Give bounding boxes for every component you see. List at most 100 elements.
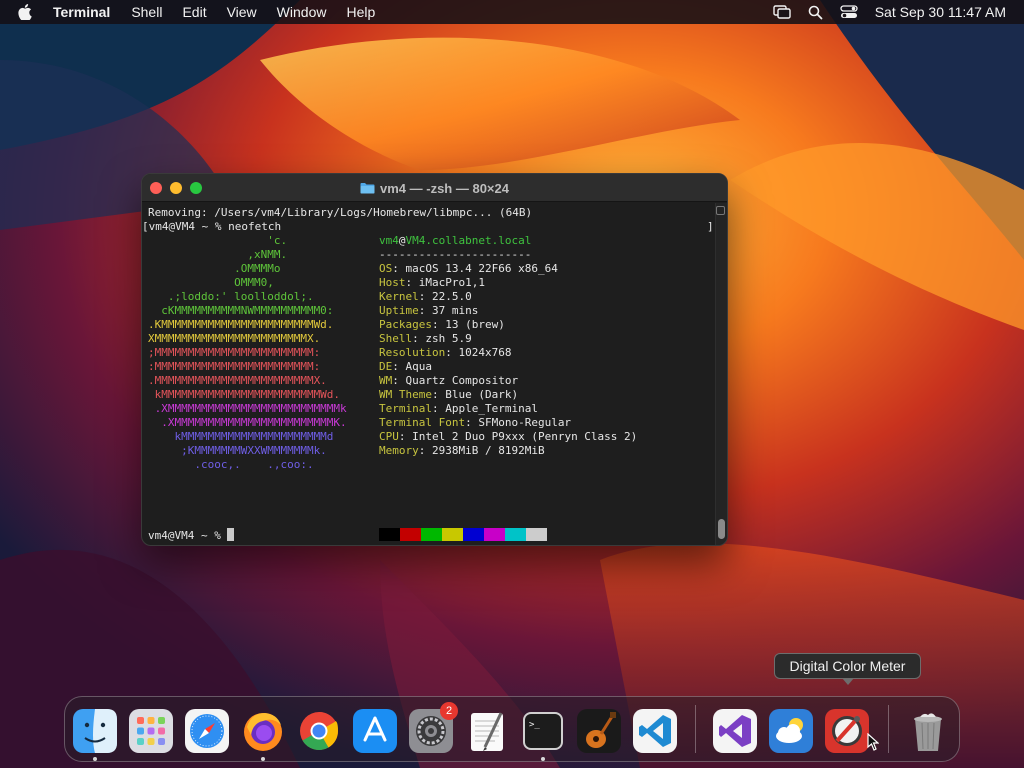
- neofetch-userhost: vm4@VM4.collabnet.local: [379, 234, 531, 248]
- logo-line: :MMMMMMMMMMMMMMMMMMMMMMMM:: [148, 360, 321, 373]
- info-colon: :: [412, 332, 426, 345]
- screen-mirroring-icon[interactable]: [773, 5, 791, 19]
- trash-icon[interactable]: [906, 709, 950, 753]
- control-center-icon[interactable]: [840, 5, 858, 19]
- finder-icon[interactable]: [73, 709, 117, 753]
- app-store-icon[interactable]: [353, 709, 397, 753]
- info-row: WM: Quartz Compositor: [379, 374, 518, 388]
- textedit-icon[interactable]: [465, 709, 509, 753]
- tooltip-tail: [842, 678, 854, 685]
- info-value: iMacPro1,1: [418, 276, 485, 289]
- info-value: 37 mins: [432, 304, 479, 317]
- logo-line: kMMMMMMMMMMMMMMMMMMMMMMMMWd.: [148, 388, 341, 401]
- menu-view[interactable]: View: [227, 0, 257, 24]
- info-colon: :: [392, 360, 406, 373]
- info-row: OS: macOS 13.4 22F66 x86_64: [379, 262, 558, 276]
- palette-swatch: [463, 528, 484, 541]
- dock-tooltip: Digital Color Meter: [774, 653, 921, 679]
- terminal-title-bar[interactable]: vm4 — -zsh — 80×24: [142, 174, 727, 202]
- launchpad-icon[interactable]: [129, 709, 173, 753]
- prompt-line-neofetch: [vm4@VM4 ~ % neofetch: [142, 220, 282, 233]
- info-value: Quartz Compositor: [405, 374, 519, 387]
- info-key: Terminal: [379, 402, 432, 415]
- info-key: Terminal Font: [379, 416, 466, 429]
- info-colon: :: [418, 290, 432, 303]
- text-cursor: [227, 528, 235, 541]
- info-colon: :: [465, 416, 479, 429]
- safari-icon[interactable]: [185, 709, 229, 753]
- dock-separator-trash: [888, 705, 889, 753]
- svg-text:>_: >_: [529, 720, 540, 730]
- palette-swatch: [379, 528, 400, 541]
- info-row: Terminal Font: SFMono-Regular: [379, 416, 571, 430]
- info-value: 1024x768: [458, 346, 512, 359]
- split-pane-icon[interactable]: [716, 206, 725, 215]
- info-row: CPU: Intel 2 Duo P9xxx (Penryn Class 2): [379, 430, 637, 444]
- info-key: Uptime: [379, 304, 419, 317]
- info-value: 2938MiB / 8192MiB: [432, 444, 545, 457]
- info-row: Resolution: 1024x768: [379, 346, 511, 360]
- info-value: zsh 5.9: [425, 332, 472, 345]
- weather-icon[interactable]: [769, 709, 813, 753]
- info-value: 22.5.0: [432, 290, 472, 303]
- logo-line: .MMMMMMMMMMMMMMMMMMMMMMMMX.: [148, 374, 327, 387]
- menu-window[interactable]: Window: [277, 0, 327, 24]
- info-row: Terminal: Apple_Terminal: [379, 402, 538, 416]
- info-colon: :: [418, 444, 432, 457]
- info-value: Apple_Terminal: [445, 402, 538, 415]
- menu-shell[interactable]: Shell: [131, 0, 162, 24]
- logo-line: .cooc,. .,coo:.: [148, 458, 314, 471]
- terminal-icon[interactable]: >_: [521, 709, 565, 753]
- logo-line: .XMMMMMMMMMMMMMMMMMMMMMMMMMMk: [148, 402, 347, 415]
- final-prompt-line[interactable]: vm4@VM4 ~ %: [148, 528, 235, 543]
- info-value: 13 (brew): [445, 318, 505, 331]
- terminal-output[interactable]: Removing: /Users/vm4/Library/Logs/Homebr…: [142, 203, 715, 545]
- info-row: Shell: zsh 5.9: [379, 332, 472, 346]
- info-colon: :: [445, 346, 459, 359]
- palette-row-1: [379, 528, 547, 541]
- spotlight-search-icon[interactable]: [808, 5, 823, 20]
- neofetch-separator: -----------------------: [379, 248, 532, 261]
- menu-help[interactable]: Help: [346, 0, 375, 24]
- logo-line: XMMMMMMMMMMMMMMMMMMMMMMMX.: [148, 332, 321, 345]
- apple-menu-icon[interactable]: [18, 4, 36, 20]
- garageband-icon[interactable]: [577, 709, 621, 753]
- chrome-icon[interactable]: [297, 709, 341, 753]
- info-key: OS: [379, 262, 393, 275]
- info-value: Blue (Dark): [445, 388, 519, 401]
- dock-separator: [695, 705, 696, 753]
- menu-edit[interactable]: Edit: [182, 0, 206, 24]
- terminal-window[interactable]: vm4 — -zsh — 80×24 Removing: /Users/vm4/…: [141, 173, 728, 546]
- info-key: DE: [379, 360, 393, 373]
- terminal-scrollbar[interactable]: [715, 203, 727, 545]
- digital-color-meter-icon[interactable]: [825, 709, 869, 753]
- folder-icon: [360, 182, 375, 194]
- palette-swatch: [526, 528, 547, 541]
- info-row: WM Theme: Blue (Dark): [379, 388, 518, 402]
- system-settings-badge: 2: [440, 702, 458, 720]
- finder-running-indicator: [93, 757, 97, 761]
- logo-line: .;loddo:' loolloddol;.: [148, 290, 314, 303]
- palette-swatch: [484, 528, 505, 541]
- firefox-icon[interactable]: [241, 709, 285, 753]
- logo-line: OMMM0,: [148, 276, 274, 289]
- vscode-icon[interactable]: [633, 709, 677, 753]
- neofetch-host: VM4.collabnet.local: [405, 234, 532, 247]
- menu-bar: Terminal Shell Edit View Window Help Sat…: [0, 0, 1024, 24]
- logo-line: 'c.: [148, 234, 288, 247]
- scrollbar-thumb[interactable]: [718, 519, 725, 539]
- info-colon: :: [405, 276, 419, 289]
- menu-app-name[interactable]: Terminal: [53, 0, 110, 24]
- firefox-running-indicator: [261, 757, 265, 761]
- info-key: Resolution: [379, 346, 446, 359]
- palette-swatch: [505, 528, 526, 541]
- logo-line: cKMMMMMMMMMMNWMMMMMMMMMM0:: [148, 304, 334, 317]
- info-key: Memory: [379, 444, 419, 457]
- visual-studio-icon[interactable]: [713, 709, 757, 753]
- menu-bar-clock[interactable]: Sat Sep 30 11:47 AM: [875, 4, 1006, 20]
- logo-line: .XMMMMMMMMMMMMMMMMMMMMMMMMK.: [148, 416, 347, 429]
- info-colon: :: [431, 318, 446, 331]
- info-row: DE: Aqua: [379, 360, 432, 374]
- terminal-window-title: vm4 — -zsh — 80×24: [380, 180, 509, 196]
- info-row: Kernel: 22.5.0: [379, 290, 472, 304]
